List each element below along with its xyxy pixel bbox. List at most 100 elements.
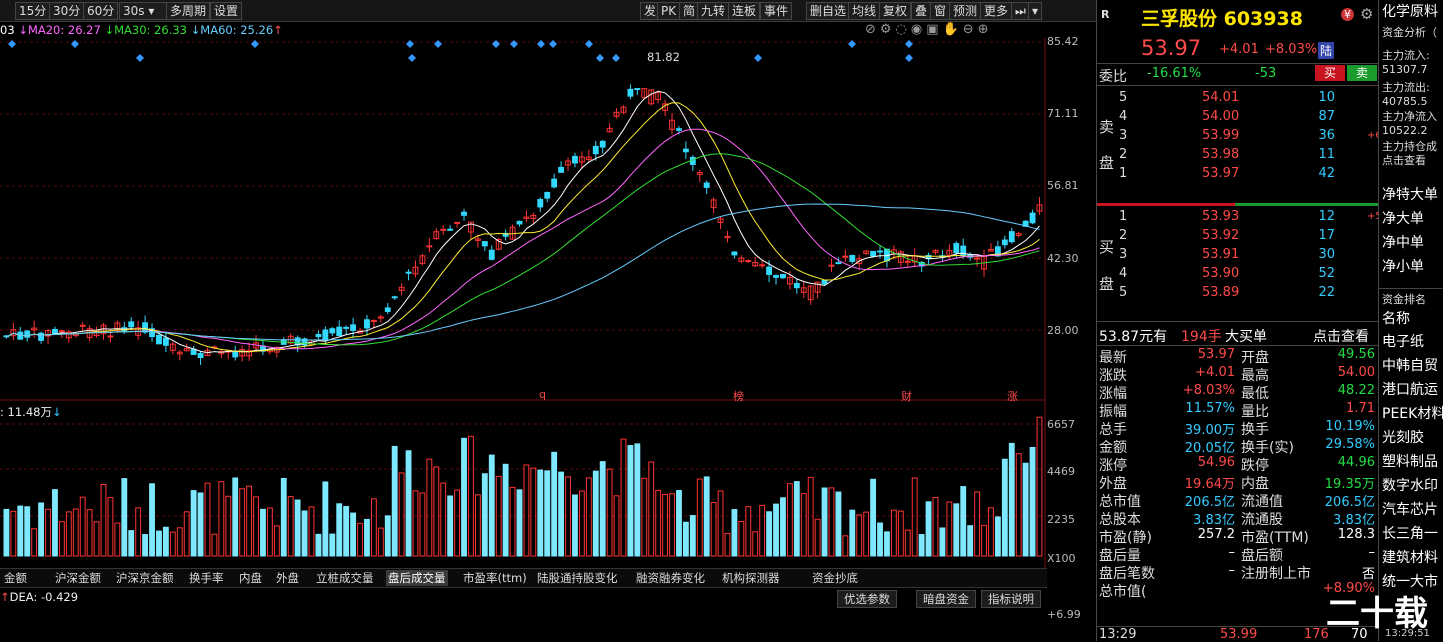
chevron-down-icon[interactable]: ▾ (1028, 2, 1043, 20)
tab-turnover[interactable]: 换手率 (189, 570, 224, 586)
trade-time: 13:29 (1099, 627, 1137, 642)
tab-pe-ttm[interactable]: 市盈率(ttm) (463, 570, 527, 586)
industry-item[interactable]: 汽车芯片 (1382, 499, 1438, 519)
dark-pool-button[interactable]: 暗盘资金 (916, 590, 976, 608)
toolbar-ma-button[interactable]: 均线 (848, 2, 881, 20)
event-marker[interactable]: 财 (901, 388, 912, 404)
optimize-params-button[interactable]: 优选参数 (837, 590, 897, 608)
bid-price[interactable]: 53.92 (1202, 228, 1239, 243)
event-marker[interactable]: 榜 (733, 388, 744, 404)
candle-body (558, 166, 565, 173)
tab-margin[interactable]: 融资融券变化 (636, 570, 705, 586)
tab-northbound[interactable]: 陆股通持股变化 (537, 570, 618, 586)
bid-volume: 12 (1318, 209, 1335, 224)
ask-price[interactable]: 54.01 (1202, 90, 1239, 105)
bid-price[interactable]: 53.91 (1202, 247, 1239, 262)
stat-label: 最高 (1241, 368, 1269, 384)
big-order-hands: 194手 (1181, 329, 1222, 345)
toolbar-remove-watch-button[interactable]: 删自选 (806, 2, 851, 20)
period-15min-button[interactable]: 15分 (15, 2, 51, 20)
volume-bar (863, 511, 870, 557)
volume-bar (918, 534, 925, 557)
tab-hsj-amount[interactable]: 沪深京金额 (116, 570, 174, 586)
toolbar-adjust-button[interactable]: 复权 (879, 2, 912, 20)
tab-institution[interactable]: 机构探测器 (722, 570, 780, 586)
stat-value: 206.5亿 (1324, 495, 1375, 510)
industry-item[interactable]: 建筑材料 (1382, 547, 1438, 567)
volume-bar (17, 505, 24, 557)
candle-body (551, 178, 558, 188)
volume-bar (329, 533, 336, 557)
toolbar-predict-button[interactable]: 预测 (949, 2, 982, 20)
tab-after-hours-volume[interactable]: 盘后成交量 (386, 570, 448, 586)
ask-price[interactable]: 53.99 (1202, 128, 1239, 143)
stat-label: 总股本 (1099, 512, 1141, 528)
settings-button[interactable]: 设置 (210, 2, 243, 20)
candle-body (391, 296, 398, 299)
ask-price[interactable]: 53.98 (1202, 147, 1239, 162)
industry-item[interactable]: 塑料制品 (1382, 451, 1438, 471)
ask-price[interactable]: 53.97 (1202, 166, 1239, 181)
toolbar-overlay-button[interactable]: 叠 (911, 2, 932, 20)
toolbar-jian-button[interactable]: 简 (679, 2, 700, 20)
volume-bar (52, 489, 58, 557)
interval-select[interactable]: 30s ▾ (119, 2, 169, 20)
toolbar-events-button[interactable]: 事件 (760, 2, 793, 20)
bid-price[interactable]: 53.93 (1202, 209, 1239, 224)
macd-axis-label: +6.99 (1047, 608, 1081, 621)
gear-icon[interactable]: ⚙ (1360, 5, 1373, 23)
main-outflow-value: 40785.5 (1382, 95, 1428, 108)
stat-label: 流通值 (1241, 494, 1283, 510)
kline-chart[interactable] (0, 38, 1096, 568)
price-axis-label: 42.30 (1047, 252, 1079, 265)
industry-item[interactable]: 光刻胶 (1382, 427, 1424, 447)
industry-item[interactable]: 数字水印 (1382, 475, 1438, 495)
industry-item[interactable]: PEEK材料 (1382, 403, 1443, 423)
period-30min-button[interactable]: 30分 (49, 2, 85, 20)
volume-bar (315, 533, 322, 557)
volume-bar (384, 515, 391, 557)
event-marker[interactable]: 涨 (1007, 388, 1018, 404)
tab-hs-amount[interactable]: 沪深金额 (55, 570, 101, 586)
volume-bar (308, 506, 315, 557)
toolbar-more-button[interactable]: 更多 (980, 2, 1013, 20)
buy-button[interactable]: 买 (1315, 65, 1345, 81)
chart-tool-icons[interactable]: ⊘⚙◌◉▣✋⊖⊕ (865, 22, 993, 37)
tab-outer[interactable]: 外盘 (276, 570, 299, 586)
industry-item[interactable]: 中韩自贸 (1382, 355, 1438, 375)
tab-inner[interactable]: 内盘 (239, 570, 262, 586)
candle-body (461, 211, 467, 216)
volume-bar (613, 495, 620, 557)
big-order-view-link[interactable]: 点击查看 (1313, 326, 1369, 346)
tab-lizhuang[interactable]: 立桩成交量 (316, 570, 374, 586)
volume-bar (828, 487, 835, 557)
industry-item[interactable]: 长三角一 (1382, 523, 1438, 543)
ask-price[interactable]: 54.00 (1202, 109, 1239, 124)
weibi-pct: -16.61% (1147, 66, 1202, 81)
toolbar-pk-button[interactable]: PK (657, 2, 681, 20)
multi-period-button[interactable]: 多周期 (166, 2, 211, 20)
sidebar-view-link[interactable]: 点击查看 (1382, 152, 1426, 168)
industry-item[interactable]: 电子纸 (1382, 331, 1424, 351)
period-60min-button[interactable]: 60分 (83, 2, 119, 20)
event-marker[interactable]: q (539, 388, 546, 401)
indicator-help-button[interactable]: 指标说明 (981, 590, 1041, 608)
industry-item[interactable]: 港口航运 (1382, 379, 1438, 399)
stat-label: 开盘 (1241, 350, 1269, 366)
info-icon[interactable]: ¥ (1341, 8, 1354, 21)
volume-bar (100, 483, 107, 557)
volume-bar (1008, 442, 1015, 557)
stat-label: 内盘 (1241, 476, 1269, 492)
event-diamond (510, 40, 518, 48)
bid-price[interactable]: 53.89 (1202, 285, 1239, 300)
volume-bar (364, 518, 370, 557)
volume-bar (870, 478, 877, 557)
tab-fund-bottom[interactable]: 资金抄底 (812, 570, 858, 586)
bid-price[interactable]: 53.90 (1202, 266, 1239, 281)
toolbar-jiuzhuan-button[interactable]: 九转 (697, 2, 730, 20)
skip-end-icon[interactable]: ⏭ (1011, 2, 1030, 20)
toolbar-window-button[interactable]: 窗 (930, 2, 951, 20)
sell-button[interactable]: 卖 (1347, 65, 1377, 81)
tab-amount[interactable]: 金额 (4, 570, 27, 586)
toolbar-lianban-button[interactable]: 连板 (728, 2, 761, 20)
